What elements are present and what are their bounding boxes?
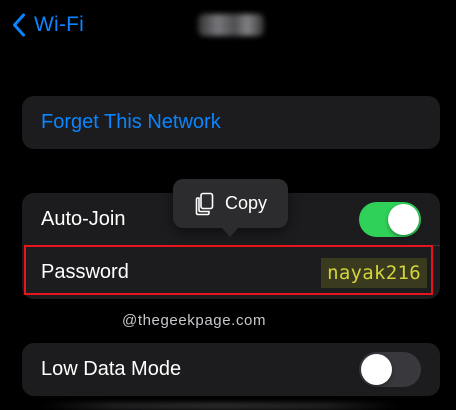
copy-context-menu[interactable]: Copy bbox=[173, 179, 288, 237]
toggle-knob bbox=[361, 354, 392, 385]
page-title-blurred bbox=[198, 14, 264, 36]
auto-join-toggle[interactable] bbox=[359, 202, 421, 237]
password-row[interactable]: Password nayak216 bbox=[22, 246, 440, 299]
low-data-mode-card: Low Data Mode bbox=[22, 343, 440, 396]
forget-network-card: Forget This Network bbox=[22, 96, 440, 149]
copy-icon bbox=[195, 192, 214, 216]
low-data-mode-row: Low Data Mode bbox=[22, 343, 440, 396]
popup-arrow bbox=[222, 228, 238, 237]
password-value[interactable]: nayak216 bbox=[321, 258, 427, 288]
back-button[interactable]: Wi-Fi bbox=[12, 10, 84, 40]
chevron-left-icon bbox=[13, 13, 25, 37]
navigation-bar: Wi-Fi bbox=[0, 0, 456, 50]
password-label: Password bbox=[41, 261, 129, 283]
copy-button-label: Copy bbox=[225, 193, 268, 213]
watermark: @thegeekpage.com bbox=[122, 312, 267, 329]
back-label: Wi-Fi bbox=[34, 13, 84, 36]
auto-join-label: Auto-Join bbox=[41, 208, 126, 230]
low-data-mode-toggle[interactable] bbox=[359, 352, 421, 387]
toggle-knob bbox=[388, 204, 419, 235]
low-data-mode-label: Low Data Mode bbox=[41, 358, 182, 380]
forget-network-button[interactable]: Forget This Network bbox=[41, 111, 221, 134]
